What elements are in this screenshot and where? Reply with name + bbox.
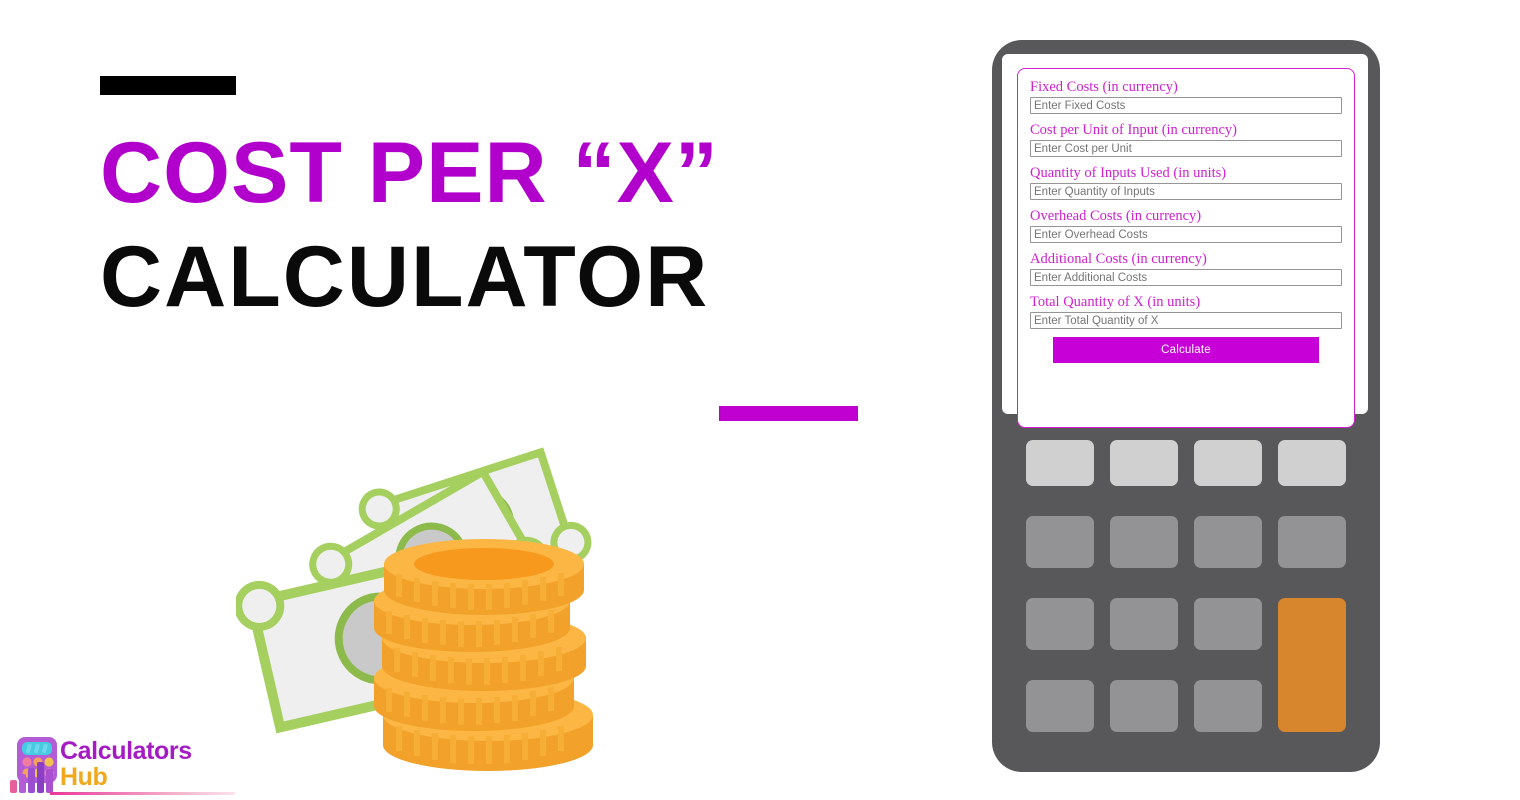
money-illustration: [236, 438, 626, 778]
input-overhead-costs[interactable]: [1030, 226, 1342, 243]
calculate-button[interactable]: Calculate: [1053, 337, 1319, 363]
keypad-key-r4c2[interactable]: [1110, 680, 1178, 732]
keypad-key-r2c1[interactable]: [1026, 516, 1094, 568]
keypad-key-r2c2[interactable]: [1110, 516, 1178, 568]
hero-panel: COST PER “X” CALCULATOR Calculators Hub: [0, 0, 960, 800]
brand-logo-word-calculators: Calculators: [60, 737, 192, 765]
keypad-key-r4c3[interactable]: [1194, 680, 1262, 732]
field-overhead-costs: Overhead Costs (in currency): [1030, 208, 1342, 243]
keypad-key-r1c4[interactable]: [1278, 440, 1346, 486]
keypad-key-r2c4[interactable]: [1278, 516, 1346, 568]
field-label-total-quantity-of-x: Total Quantity of X (in units): [1030, 294, 1201, 310]
keypad-key-r4c1[interactable]: [1026, 680, 1094, 732]
input-cost-per-unit[interactable]: [1030, 140, 1342, 157]
field-label-cost-per-unit: Cost per Unit of Input (in currency): [1030, 122, 1237, 138]
field-cost-per-unit: Cost per Unit of Input (in currency): [1030, 122, 1342, 157]
keypad-key-r3c3[interactable]: [1194, 598, 1262, 650]
input-quantity-of-inputs[interactable]: [1030, 183, 1342, 200]
page-title: COST PER “X” CALCULATOR: [100, 130, 920, 338]
field-total-quantity-of-x: Total Quantity of X (in units): [1030, 294, 1342, 329]
field-label-fixed-costs: Fixed Costs (in currency): [1030, 79, 1178, 95]
input-additional-costs[interactable]: [1030, 269, 1342, 286]
brand-logo-text: Calculators Hub: [60, 738, 192, 790]
field-quantity-of-inputs: Quantity of Inputs Used (in units): [1030, 165, 1342, 200]
keypad-key-r3c2[interactable]: [1110, 598, 1178, 650]
brand-logo-word-hub: Hub: [60, 763, 108, 791]
keypad-key-r1c2[interactable]: [1110, 440, 1178, 486]
decorative-rule-bottom: [719, 406, 858, 421]
brand-logo[interactable]: Calculators Hub: [8, 736, 238, 796]
decorative-rule-top: [100, 76, 236, 95]
keypad-key-r1c1[interactable]: [1026, 440, 1094, 486]
field-additional-costs: Additional Costs (in currency): [1030, 251, 1342, 286]
page-title-line-2: CALCULATOR: [100, 229, 710, 325]
keypad-key-r1c3[interactable]: [1194, 440, 1262, 486]
field-label-overhead-costs: Overhead Costs (in currency): [1030, 208, 1202, 224]
input-fixed-costs[interactable]: [1030, 97, 1342, 114]
page-title-line-1: COST PER “X”: [100, 125, 719, 221]
input-total-quantity-of-x[interactable]: [1030, 312, 1342, 329]
keypad-key-r3c1[interactable]: [1026, 598, 1094, 650]
calculator-keypad: [1026, 440, 1346, 736]
field-label-additional-costs: Additional Costs (in currency): [1030, 251, 1207, 267]
calculator-bars-icon: [8, 736, 64, 794]
cost-per-x-form: Fixed Costs (in currency) Cost per Unit …: [1017, 68, 1355, 428]
keypad-key-r2c3[interactable]: [1194, 516, 1262, 568]
keypad-key-equals[interactable]: [1278, 598, 1346, 732]
brand-logo-underline: [50, 792, 235, 795]
field-label-quantity-of-inputs: Quantity of Inputs Used (in units): [1030, 165, 1227, 181]
field-fixed-costs: Fixed Costs (in currency): [1030, 79, 1342, 114]
